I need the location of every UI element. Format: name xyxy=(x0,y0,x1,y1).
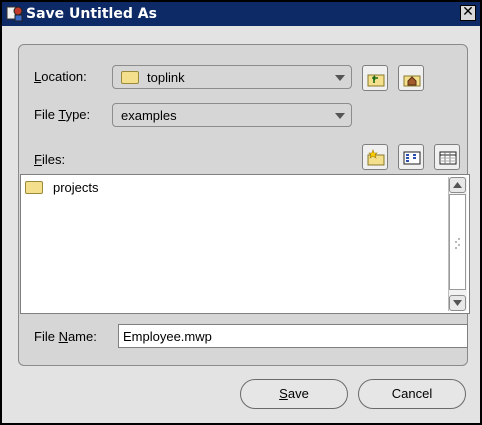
filetype-label-rest: ype: xyxy=(65,107,91,122)
up-one-level-icon xyxy=(367,74,385,87)
scroll-down-button[interactable] xyxy=(449,295,466,311)
home-folder-button[interactable] xyxy=(398,65,424,91)
details-view-button[interactable] xyxy=(434,144,460,170)
close-icon: ✕ xyxy=(462,4,474,20)
files-label-rest: iles: xyxy=(41,152,66,167)
app-icon xyxy=(6,6,23,22)
save-dialog-window: Save Untitled As ✕ Location: toplink Fil… xyxy=(0,0,482,425)
filename-label-mnemonic: N xyxy=(58,329,68,344)
filename-field[interactable] xyxy=(118,324,468,348)
location-label: Location: xyxy=(34,69,87,84)
filetype-label-prefix: File xyxy=(34,107,59,122)
close-button[interactable]: ✕ xyxy=(460,5,476,21)
location-value: toplink xyxy=(147,70,185,85)
location-dropdown[interactable]: toplink xyxy=(112,65,352,89)
list-view-button[interactable] xyxy=(398,144,424,170)
cancel-button-label: Cancel xyxy=(391,386,433,401)
list-view-icon xyxy=(403,151,421,165)
list-item-label: projects xyxy=(53,180,99,195)
files-label: Files: xyxy=(34,152,65,167)
filetype-dropdown[interactable]: examples xyxy=(112,103,352,127)
cancel-button[interactable]: Cancel xyxy=(358,379,466,409)
new-folder-button[interactable] xyxy=(362,144,388,170)
location-label-rest: ocation: xyxy=(41,69,87,84)
details-view-icon xyxy=(439,151,457,165)
file-list[interactable]: projects xyxy=(20,174,470,314)
folder-icon xyxy=(121,71,139,84)
new-folder-icon xyxy=(367,149,385,166)
chevron-down-icon xyxy=(335,113,345,119)
filename-label-rest: ame: xyxy=(67,329,97,344)
list-item[interactable]: projects xyxy=(25,179,225,197)
chevron-down-icon xyxy=(335,75,345,81)
title-bar[interactable]: Save Untitled As ✕ xyxy=(2,2,480,26)
save-button[interactable]: Save xyxy=(240,379,348,409)
filetype-label-mnemonic: T xyxy=(58,107,66,122)
vertical-scrollbar[interactable] xyxy=(448,177,467,311)
filetype-value: examples xyxy=(121,108,177,123)
filename-input[interactable] xyxy=(119,325,467,347)
filename-label-prefix: File xyxy=(34,329,59,344)
save-button-label-rest: ave xyxy=(287,386,309,401)
triangle-up-icon xyxy=(453,182,462,188)
scroll-up-button[interactable] xyxy=(449,177,466,193)
filename-label: File Name: xyxy=(34,329,97,344)
triangle-down-icon xyxy=(453,300,462,306)
window-title: Save Untitled As xyxy=(26,6,157,22)
files-label-mnemonic: F xyxy=(34,152,42,167)
scroll-thumb[interactable] xyxy=(449,194,466,290)
save-button-mnemonic: S xyxy=(279,386,288,401)
folder-icon xyxy=(25,181,43,194)
home-folder-icon xyxy=(403,75,421,87)
grip-icon xyxy=(455,238,460,249)
up-one-level-button[interactable] xyxy=(362,65,388,91)
filetype-label: File Type: xyxy=(34,107,90,122)
